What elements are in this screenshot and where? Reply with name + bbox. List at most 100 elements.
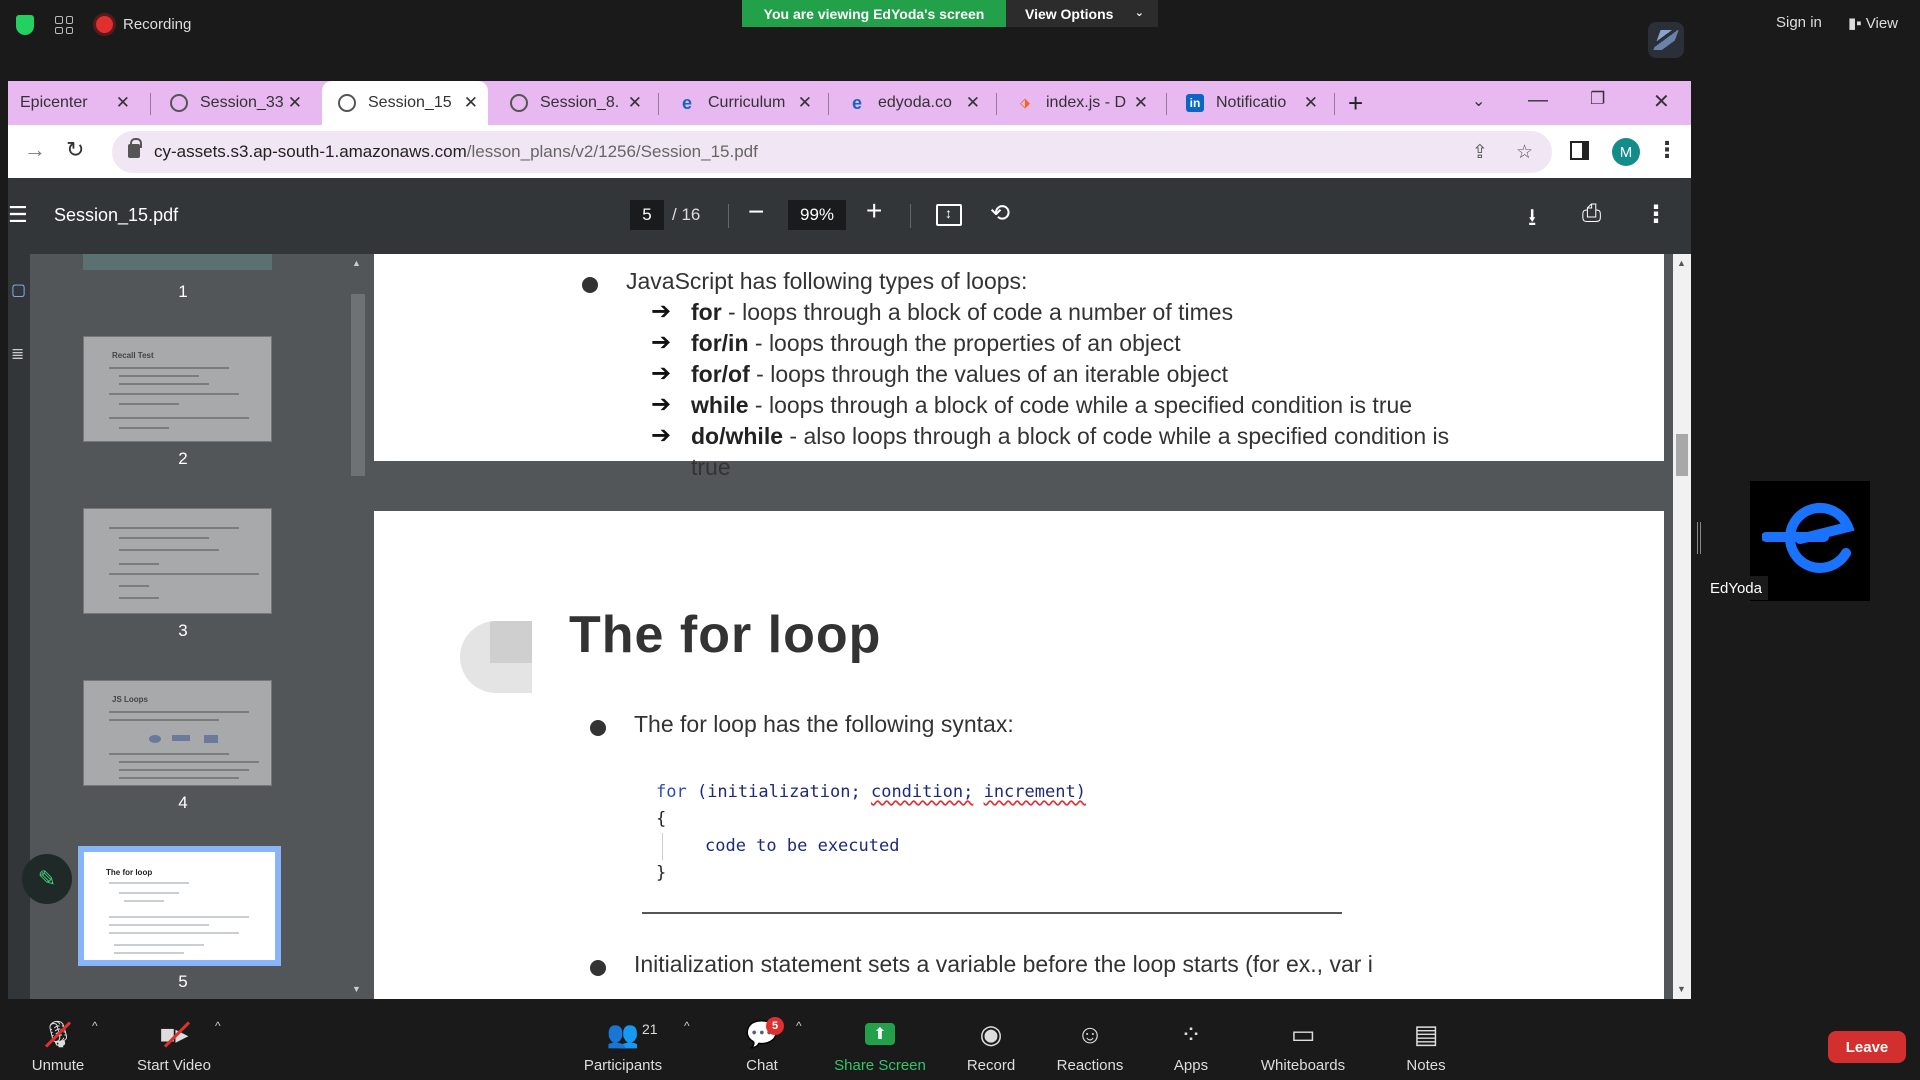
page-number-input[interactable]: 5 bbox=[630, 200, 664, 230]
share-icon[interactable]: ⇪ bbox=[1472, 141, 1488, 164]
notes-button[interactable]: ▤ Notes bbox=[1404, 999, 1448, 1080]
participants-button[interactable]: 👥 Participants bbox=[580, 999, 666, 1080]
window-close-icon[interactable]: ✕ bbox=[1653, 89, 1670, 114]
apps-button[interactable]: ⁘ Apps bbox=[1170, 999, 1212, 1080]
thumbnail-number: 4 bbox=[178, 793, 188, 812]
chat-button[interactable]: 💬 Chat bbox=[742, 999, 782, 1080]
bookmark-star-icon[interactable]: ☆ bbox=[1516, 141, 1533, 164]
toolbar-separator bbox=[910, 204, 911, 228]
zoom-toolbar: 🎙 Unmute ^ ■▸ Start Video ^ 👥 Participan… bbox=[0, 999, 1920, 1080]
tab-search-chevron-icon[interactable]: ⌄ bbox=[1472, 91, 1485, 111]
thumbnail-page-1[interactable] bbox=[83, 254, 272, 270]
fit-page-icon[interactable] bbox=[936, 204, 962, 226]
start-video-button[interactable]: ■▸ Start Video bbox=[132, 999, 216, 1080]
participant-count: 21 bbox=[642, 1021, 658, 1037]
unmute-button[interactable]: 🎙 Unmute bbox=[28, 999, 88, 1080]
print-icon[interactable]: ⎙ bbox=[1582, 200, 1601, 228]
annotate-pencil-icon[interactable]: ✎ bbox=[22, 854, 72, 904]
thumbnail-page-2[interactable]: Recall Test bbox=[83, 336, 272, 442]
close-icon[interactable]: ✕ bbox=[798, 93, 812, 113]
chevron-down-icon: ⌄ bbox=[1134, 7, 1144, 19]
close-icon[interactable]: ✕ bbox=[288, 93, 302, 113]
zoom-out-icon[interactable]: − bbox=[748, 196, 764, 228]
code-brace-open: { bbox=[656, 809, 667, 829]
chat-caret-icon[interactable]: ^ bbox=[796, 1019, 802, 1033]
participant-video-tile[interactable] bbox=[1750, 481, 1870, 601]
pdf-document-area: JavaScript has following types of loops:… bbox=[368, 254, 1691, 999]
panel-resize-handle[interactable] bbox=[1697, 522, 1701, 554]
zoom-level-input[interactable]: 99% bbox=[788, 200, 846, 230]
linkedin-icon: in bbox=[1186, 94, 1204, 112]
close-icon[interactable]: ✕ bbox=[1304, 93, 1318, 113]
scrollbar-thumb[interactable] bbox=[351, 294, 365, 476]
reload-icon[interactable]: ↻ bbox=[66, 137, 84, 163]
side-panel-icon[interactable] bbox=[1570, 141, 1589, 160]
view-button[interactable]: ▮▪ View bbox=[1848, 14, 1898, 32]
thumbnail-page-4[interactable]: JS Loops bbox=[83, 680, 272, 786]
tab-session-8[interactable]: Session_8. ✕ bbox=[498, 81, 652, 125]
participant-name: EdYoda bbox=[1704, 576, 1768, 600]
loop-item-for: ➔ for - loops through a block of code a n… bbox=[651, 298, 1233, 326]
scroll-up-arrow-icon[interactable]: ▲ bbox=[352, 258, 361, 268]
restore-icon[interactable]: ❐ bbox=[1590, 89, 1605, 109]
scroll-up-arrow-icon[interactable]: ▲ bbox=[1677, 258, 1686, 268]
close-icon[interactable]: ✕ bbox=[464, 93, 478, 113]
scrollbar-thumb[interactable] bbox=[1676, 434, 1688, 476]
tab-curriculum[interactable]: e Curriculum ✕ bbox=[666, 81, 822, 125]
download-icon[interactable]: ⭳ bbox=[1528, 200, 1536, 241]
audio-options-caret-icon[interactable]: ^ bbox=[92, 1019, 98, 1033]
notes-icon: ▤ bbox=[1413, 1018, 1439, 1049]
forward-arrow-icon[interactable]: → bbox=[24, 137, 46, 163]
tab-index-js[interactable]: ⬗ index.js - D ✕ bbox=[1004, 81, 1158, 125]
tab-notifications[interactable]: in Notificatio ✕ bbox=[1174, 81, 1328, 125]
close-icon[interactable]: ✕ bbox=[116, 93, 130, 113]
tab-session-15[interactable]: Session_15 ✕ bbox=[322, 81, 488, 125]
thumbnail-title: The for loop bbox=[106, 868, 153, 877]
scroll-down-arrow-icon[interactable]: ▼ bbox=[352, 984, 361, 994]
thumbnail-page-5[interactable]: The for loop bbox=[78, 846, 281, 966]
thumbnail-page-3[interactable] bbox=[83, 508, 272, 614]
participants-caret-icon[interactable]: ^ bbox=[684, 1019, 690, 1033]
tab-epicenter[interactable]: Epicenter ✕ bbox=[8, 81, 140, 125]
code-brace-close: } bbox=[656, 863, 667, 883]
profile-avatar[interactable]: M bbox=[1612, 138, 1640, 166]
share-screen-button[interactable]: ⬆ Share Screen bbox=[832, 999, 928, 1080]
browser-menu-icon[interactable]: ⋮ bbox=[1656, 137, 1678, 163]
close-icon[interactable]: ✕ bbox=[628, 93, 642, 113]
meeting-info-grid-icon[interactable] bbox=[55, 16, 73, 34]
security-shield-icon[interactable] bbox=[16, 15, 34, 35]
loop-description: - loops through the values of an iterabl… bbox=[749, 361, 1228, 387]
globe-icon bbox=[338, 94, 356, 112]
scroll-down-arrow-icon[interactable]: ▼ bbox=[1677, 984, 1686, 994]
pdf-more-icon[interactable]: ⋮ bbox=[1644, 200, 1668, 229]
rotate-icon[interactable]: ⟲ bbox=[990, 199, 1010, 228]
leave-button[interactable]: Leave bbox=[1828, 1031, 1906, 1063]
tab-edyoda[interactable]: e edyoda.co ✕ bbox=[836, 81, 990, 125]
video-options-caret-icon[interactable]: ^ bbox=[215, 1019, 221, 1033]
loop-item-for-of: ➔ for/of - loops through the values of an… bbox=[651, 360, 1228, 388]
page-total: / 16 bbox=[672, 205, 701, 224]
hamburger-menu-icon[interactable]: ☰ bbox=[8, 202, 28, 228]
url-host: cy-assets.s3.ap-south-1.amazonaws.com bbox=[154, 142, 467, 161]
thumbnails-view-icon[interactable]: ▢ bbox=[11, 280, 26, 300]
tab-title: edyoda.co bbox=[878, 94, 952, 111]
thumbnail-number: 3 bbox=[178, 621, 188, 640]
sign-in-button[interactable]: Sign in bbox=[1776, 14, 1822, 31]
minimize-icon[interactable]: — bbox=[1528, 89, 1548, 112]
notes-label: Notes bbox=[1406, 1057, 1446, 1074]
close-icon[interactable]: ✕ bbox=[1134, 93, 1148, 113]
whiteboards-button[interactable]: ▭ Whiteboards bbox=[1256, 999, 1350, 1080]
url-omnibox[interactable]: cy-assets.s3.ap-south-1.amazonaws.com/le… bbox=[112, 131, 1552, 173]
outline-view-icon[interactable]: ≣ bbox=[11, 344, 24, 364]
zoom-in-icon[interactable]: + bbox=[866, 195, 882, 227]
document-scrollbar[interactable]: ▲ ▼ bbox=[1673, 254, 1691, 999]
close-icon[interactable]: ✕ bbox=[966, 93, 980, 113]
new-tab-plus-icon[interactable]: + bbox=[1348, 88, 1363, 119]
reactions-button[interactable]: ☺ Reactions bbox=[1055, 999, 1125, 1080]
thumbnail-scrollbar[interactable]: ▲ ▼ bbox=[348, 254, 368, 999]
record-button[interactable]: ◉ Record bbox=[964, 999, 1018, 1080]
url-text[interactable]: cy-assets.s3.ap-south-1.amazonaws.com/le… bbox=[154, 142, 758, 162]
tab-session-33[interactable]: Session_33 ✕ bbox=[158, 81, 312, 125]
lock-icon[interactable] bbox=[128, 138, 142, 158]
view-options-button[interactable]: View Options ⌄ bbox=[1006, 0, 1158, 27]
